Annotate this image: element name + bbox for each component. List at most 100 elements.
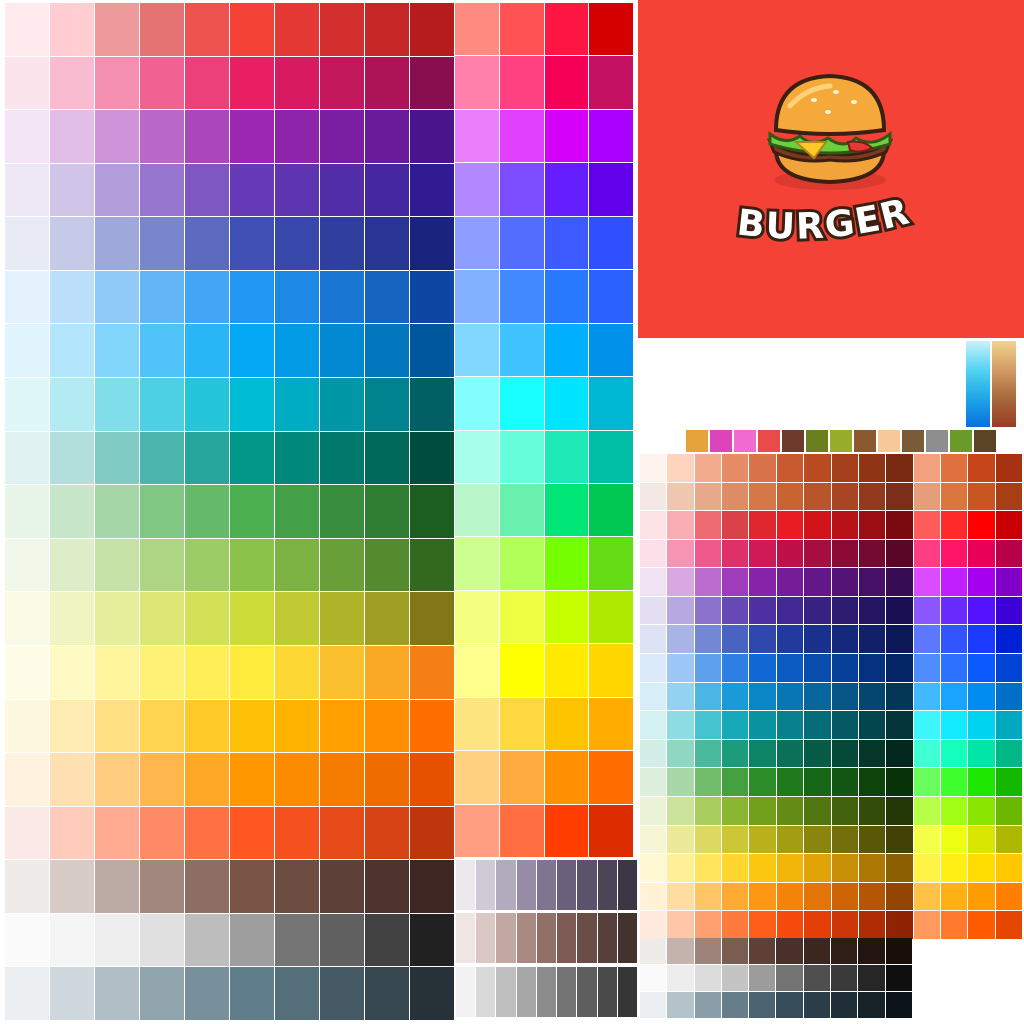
brand-name: BURGER [732, 190, 916, 251]
color-swatch [722, 797, 749, 825]
color-swatch [640, 965, 667, 991]
color-swatch [968, 797, 995, 825]
small-gray-palette [456, 860, 637, 1020]
color-swatch [230, 217, 274, 270]
color-swatch [640, 682, 667, 711]
color-swatch [365, 645, 409, 699]
color-swatch [185, 967, 229, 1020]
color-swatch [968, 511, 995, 539]
color-swatch [499, 3, 544, 56]
color-swatch [95, 324, 139, 378]
color-swatch [995, 797, 1022, 825]
color-swatch [455, 751, 499, 804]
color-swatch [5, 699, 49, 753]
color-swatch [803, 938, 831, 964]
color-swatch [694, 992, 721, 1018]
color-swatch [5, 538, 49, 592]
color-swatch [804, 596, 831, 625]
color-swatch [50, 538, 94, 592]
color-swatch [95, 270, 139, 324]
color-swatch [577, 913, 597, 964]
color-swatch [365, 753, 409, 806]
color-swatch [667, 825, 694, 854]
color-swatch [749, 854, 776, 882]
color-swatch [499, 56, 544, 109]
color-swatch [230, 699, 274, 753]
color-swatch [617, 860, 637, 910]
color-swatch [926, 430, 948, 452]
color-swatch [516, 860, 536, 910]
color-swatch [804, 739, 831, 768]
color-swatch [50, 967, 94, 1020]
color-swatch [617, 913, 637, 964]
color-swatch [275, 110, 319, 163]
color-swatch [140, 431, 184, 485]
color-swatch [320, 913, 364, 967]
color-swatch [597, 966, 617, 1017]
color-swatch [365, 699, 409, 753]
color-swatch [831, 739, 858, 768]
color-swatch [995, 654, 1022, 682]
color-swatch [50, 753, 94, 806]
color-swatch [140, 967, 184, 1020]
color-swatch [640, 654, 667, 682]
color-swatch [499, 590, 544, 644]
color-swatch [5, 270, 49, 324]
color-swatch [544, 377, 589, 430]
color-swatch [886, 711, 913, 739]
color-swatch [365, 806, 409, 860]
color-swatch [831, 454, 858, 482]
color-swatch [995, 739, 1022, 768]
color-swatch [544, 56, 589, 109]
color-swatch [886, 539, 913, 568]
color-swatch [230, 806, 274, 860]
color-swatch [476, 860, 496, 910]
color-swatch [320, 645, 364, 699]
color-swatch [185, 699, 229, 753]
color-swatch [185, 270, 229, 324]
color-swatch [940, 711, 968, 739]
color-swatch [50, 110, 94, 163]
color-swatch [854, 430, 876, 452]
color-swatch [694, 965, 721, 991]
color-swatch [410, 645, 454, 699]
color-swatch [749, 539, 776, 568]
color-swatch [913, 625, 940, 654]
color-swatch [455, 644, 499, 697]
color-swatch [577, 966, 597, 1017]
color-swatch [275, 645, 319, 699]
color-swatch [721, 965, 749, 991]
color-swatch [640, 454, 667, 482]
color-swatch [722, 454, 749, 482]
color-swatch [686, 430, 708, 452]
color-swatch [320, 860, 364, 913]
color-swatch [50, 270, 94, 324]
color-swatch [831, 911, 858, 939]
color-swatch [589, 377, 633, 430]
color-swatch [95, 163, 139, 217]
color-swatch [940, 682, 968, 711]
color-swatch [95, 645, 139, 699]
color-swatch [667, 938, 694, 964]
color-swatch [694, 911, 722, 939]
color-swatch [365, 592, 409, 645]
color-swatch [694, 568, 722, 596]
color-swatch [667, 625, 694, 654]
color-swatch [320, 163, 364, 217]
color-swatch [776, 511, 804, 539]
color-swatch [499, 644, 544, 697]
color-swatch [858, 797, 886, 825]
color-swatch [749, 511, 776, 539]
color-swatch [995, 882, 1022, 911]
color-swatch [597, 913, 617, 964]
color-swatch [913, 454, 940, 482]
color-swatch [410, 163, 454, 217]
color-swatch [640, 596, 667, 625]
color-swatch [95, 699, 139, 753]
color-swatch [365, 163, 409, 217]
color-swatch [913, 911, 940, 939]
color-swatch [749, 825, 776, 854]
color-swatch [544, 537, 589, 590]
color-swatch [902, 430, 924, 452]
color-swatch [455, 483, 499, 537]
